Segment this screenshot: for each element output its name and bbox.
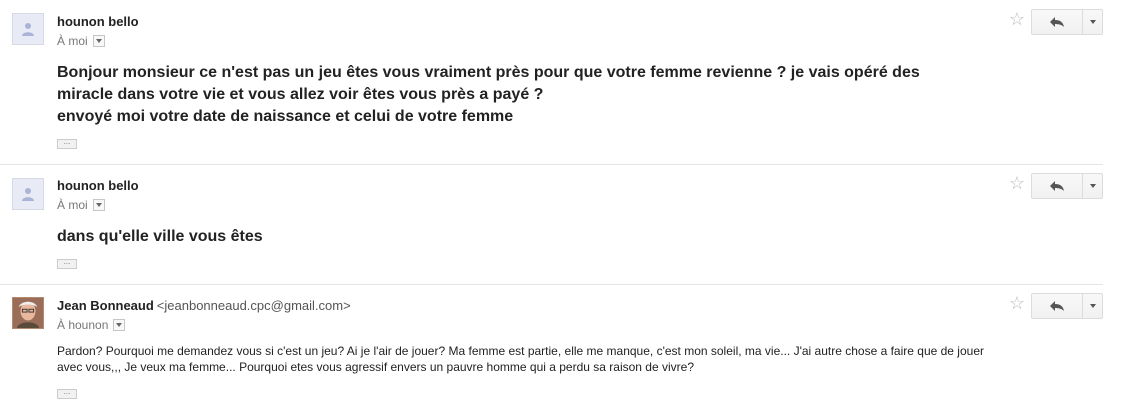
recipient-line: À moi: [57, 34, 105, 48]
default-person-icon: [22, 188, 34, 201]
more-options-button[interactable]: [1083, 174, 1102, 198]
body-line: miracle dans votre vie et vous allez voi…: [57, 86, 544, 103]
avatar[interactable]: [12, 297, 44, 329]
reply-icon: [1050, 181, 1064, 191]
message-body: dans qu'elle ville vous êtes: [57, 226, 263, 248]
chevron-down-icon: [1089, 304, 1096, 308]
sender-name[interactable]: hounon bello: [57, 14, 139, 29]
reply-icon: [1050, 301, 1064, 311]
reply-button-group: [1031, 293, 1103, 319]
reply-button-group: [1031, 173, 1103, 199]
star-icon[interactable]: ☆: [1009, 9, 1025, 30]
message-body: Bonjour monsieur ce n'est pas un jeu ête…: [57, 62, 920, 128]
body-line: Pardon? Pourquoi me demandez vous si c'e…: [57, 344, 984, 358]
reply-button[interactable]: [1032, 294, 1083, 318]
reply-button[interactable]: [1032, 10, 1083, 34]
more-options-button[interactable]: [1083, 294, 1102, 318]
reply-button-group: [1031, 9, 1103, 35]
recipient-line: À moi: [57, 198, 105, 212]
details-dropdown-icon[interactable]: [113, 319, 126, 331]
star-icon[interactable]: ☆: [1009, 293, 1025, 314]
show-trimmed-content-button[interactable]: ...: [57, 258, 77, 269]
body-line: envoyé moi votre date de naissance et ce…: [57, 108, 514, 125]
more-options-button[interactable]: [1083, 10, 1102, 34]
message-2: hounon bello À moi ☆ dans qu'elle ville …: [0, 165, 1103, 285]
star-icon[interactable]: ☆: [1009, 173, 1025, 194]
reply-button[interactable]: [1032, 174, 1083, 198]
sender-name[interactable]: hounon bello: [57, 178, 139, 193]
show-trimmed-content-button[interactable]: ...: [57, 138, 77, 149]
message-1: hounon bello À moi ☆ Bonjour monsieur ce…: [0, 0, 1103, 165]
details-dropdown-icon[interactable]: [92, 35, 105, 47]
default-person-icon: [22, 23, 34, 36]
recipient-label: À moi: [57, 198, 88, 212]
sender-email: <jeanbonneaud.cpc@gmail.com>: [156, 298, 351, 313]
recipient-line: À hounon: [57, 318, 126, 332]
avatar[interactable]: [12, 178, 44, 210]
message-body: Pardon? Pourquoi me demandez vous si c'e…: [57, 343, 1067, 375]
message-3: Jean Bonneaud <jeanbonneaud.cpc@gmail.com…: [0, 285, 1103, 412]
recipient-label: À moi: [57, 34, 88, 48]
details-dropdown-icon[interactable]: [92, 199, 105, 211]
body-line: Bonjour monsieur ce n'est pas un jeu ête…: [57, 64, 920, 81]
show-trimmed-content-button[interactable]: ...: [57, 388, 77, 399]
reply-icon: [1050, 17, 1064, 27]
profile-photo-icon: [13, 298, 43, 328]
body-line: avec vous,,, Je veux ma femme... Pourquo…: [57, 360, 694, 374]
chevron-down-icon: [1089, 20, 1096, 24]
recipient-label: À hounon: [57, 318, 109, 332]
chevron-down-icon: [1089, 184, 1096, 188]
avatar[interactable]: [12, 13, 44, 45]
sender-name[interactable]: Jean Bonneaud <jeanbonneaud.cpc@gmail.com…: [57, 298, 351, 313]
body-line: dans qu'elle ville vous êtes: [57, 228, 263, 245]
